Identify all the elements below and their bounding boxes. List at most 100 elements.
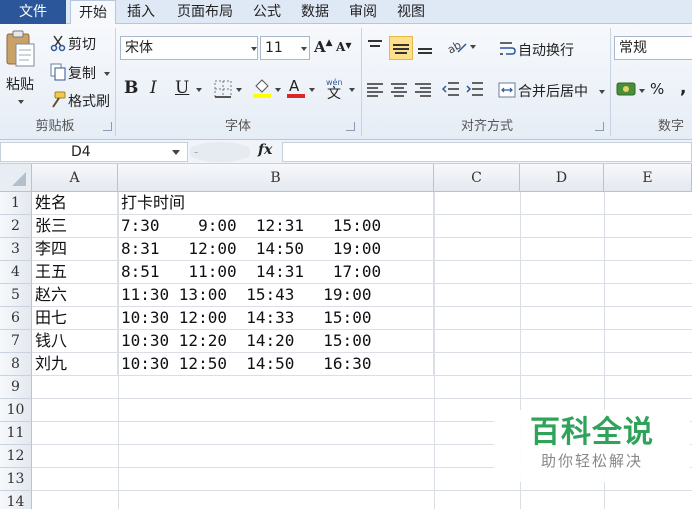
column-header-d[interactable]: D — [520, 164, 604, 192]
copy-dropdown-icon[interactable] — [104, 72, 110, 76]
cell-a2[interactable]: 张三 — [32, 215, 118, 238]
cell-b7[interactable]: 10:30 12:20 14:20 15:00 — [118, 330, 434, 353]
wrap-text-icon — [500, 42, 516, 55]
tab-formulas[interactable]: 公式 — [246, 0, 288, 24]
row-header[interactable]: 13 — [0, 468, 32, 491]
wrap-text-label: 自动换行 — [518, 43, 574, 59]
row-header[interactable]: 4 — [0, 261, 32, 284]
font-color-button[interactable]: A — [286, 76, 316, 102]
name-box[interactable]: D4 — [0, 142, 188, 162]
cell-a7[interactable]: 钱八 — [32, 330, 118, 353]
column-header-e[interactable]: E — [604, 164, 692, 192]
row-header[interactable]: 12 — [0, 445, 32, 468]
cell-a8[interactable]: 刘九 — [32, 353, 118, 376]
tab-page-layout[interactable]: 页面布局 — [168, 0, 242, 24]
cell-a5[interactable]: 赵六 — [32, 284, 118, 307]
cell-a1[interactable]: 姓名 — [32, 192, 118, 215]
cell-b5[interactable]: 11:30 13:00 15:43 19:00 — [118, 284, 434, 307]
increase-indent-icon — [466, 82, 483, 96]
tab-data[interactable]: 数据 — [294, 0, 336, 24]
column-header-a[interactable]: A — [32, 164, 118, 192]
cell-b2[interactable]: 7:30 9:00 12:31 15:00 — [118, 215, 434, 238]
cell-b6[interactable]: 10:30 12:00 14:33 15:00 — [118, 307, 434, 330]
borders-button[interactable] — [214, 78, 244, 100]
row-header[interactable]: 6 — [0, 307, 32, 330]
tab-file[interactable]: 文件 — [0, 0, 66, 24]
tab-insert[interactable]: 插入 — [120, 0, 162, 24]
select-all-button[interactable] — [0, 164, 32, 192]
comma-style-button[interactable]: , — [680, 78, 692, 100]
row-header[interactable]: 2 — [0, 215, 32, 238]
fill-color-button[interactable] — [252, 76, 282, 102]
number-format-select[interactable]: 常规 — [614, 36, 692, 60]
insert-function-button[interactable]: fx — [258, 142, 272, 158]
cell-a3[interactable]: 李四 — [32, 238, 118, 261]
increase-indent-button[interactable] — [466, 80, 486, 100]
watermark-subtitle: 助你轻松解决 — [540, 452, 643, 470]
row-header[interactable]: 7 — [0, 330, 32, 353]
align-left-icon — [367, 83, 383, 97]
format-painter-button[interactable]: 格式刷 — [48, 89, 116, 111]
cell-b3[interactable]: 8:31 12:00 14:50 19:00 — [118, 238, 434, 261]
decrease-font-size-button[interactable]: A▼ — [336, 40, 356, 62]
align-center-icon — [391, 83, 407, 97]
scissors-icon — [50, 35, 66, 52]
decrease-indent-button[interactable] — [441, 80, 462, 100]
row-header[interactable]: 9 — [0, 376, 32, 399]
tab-home[interactable]: 开始 — [70, 0, 116, 25]
cell-b1[interactable]: 打卡时间 — [118, 192, 434, 215]
tab-review[interactable]: 审阅 — [342, 0, 384, 24]
formula-divider-icon: - — [190, 142, 250, 162]
number-format-value: 常规 — [619, 40, 647, 56]
paste-label: 粘贴 — [6, 77, 34, 93]
phonetic-guide-button[interactable]: wén 文 — [324, 76, 356, 102]
row-header[interactable]: 10 — [0, 399, 32, 422]
align-right-button[interactable] — [414, 80, 434, 100]
bold-button[interactable]: B — [124, 78, 142, 100]
paste-button[interactable]: 粘贴 — [4, 30, 40, 116]
increase-font-size-button[interactable]: A▲ — [314, 38, 334, 60]
merge-center-icon — [498, 82, 516, 98]
phonetic-guide-icon: wén 文 — [326, 77, 343, 100]
formula-input[interactable] — [282, 142, 692, 162]
chevron-down-icon — [251, 47, 257, 51]
cell-b4[interactable]: 8:51 11:00 14:31 17:00 — [118, 261, 434, 284]
orientation-button[interactable]: ab — [445, 36, 476, 58]
row-header[interactable]: 1 — [0, 192, 32, 215]
alignment-launcher-icon[interactable] — [595, 122, 604, 131]
accounting-format-button[interactable] — [616, 78, 646, 102]
font-launcher-icon[interactable] — [346, 122, 355, 131]
tab-view[interactable]: 视图 — [390, 0, 432, 24]
percent-style-button[interactable]: % — [650, 80, 668, 102]
align-bottom-button[interactable] — [416, 38, 436, 58]
row-header[interactable]: 11 — [0, 422, 32, 445]
column-header-c[interactable]: C — [434, 164, 520, 192]
paste-dropdown-icon[interactable] — [18, 100, 24, 104]
fx-icon: fx — [258, 142, 273, 158]
underline-button[interactable]: U — [175, 78, 193, 100]
row-header[interactable]: 8 — [0, 353, 32, 376]
cut-button[interactable]: 剪切 — [48, 32, 108, 54]
row-header[interactable]: 14 — [0, 491, 32, 509]
wrap-text-button[interactable]: 自动换行 — [498, 38, 582, 60]
align-left-button[interactable] — [366, 80, 386, 100]
align-middle-button[interactable] — [389, 36, 413, 60]
align-center-button[interactable] — [390, 80, 410, 100]
align-top-button[interactable] — [366, 38, 386, 58]
merge-center-button[interactable]: 合并后居中 — [498, 78, 608, 102]
italic-button[interactable]: I — [150, 78, 168, 100]
underline-dropdown-icon[interactable] — [196, 88, 202, 92]
row-header[interactable]: 3 — [0, 238, 32, 261]
row-header[interactable]: 5 — [0, 284, 32, 307]
align-top-icon — [368, 40, 382, 47]
cell-a6[interactable]: 田七 — [32, 307, 118, 330]
font-name-select[interactable]: 宋体 — [120, 36, 258, 60]
clipboard-launcher-icon[interactable] — [103, 122, 112, 131]
svg-text:A: A — [289, 77, 300, 95]
copy-button[interactable]: 复制 — [48, 61, 112, 83]
cell-a4[interactable]: 王五 — [32, 261, 118, 284]
font-size-select[interactable]: 11 — [260, 36, 310, 60]
name-box-dropdown-icon[interactable] — [172, 150, 180, 155]
column-header-b[interactable]: B — [118, 164, 434, 192]
cell-b8[interactable]: 10:30 12:50 14:50 16:30 — [118, 353, 434, 376]
